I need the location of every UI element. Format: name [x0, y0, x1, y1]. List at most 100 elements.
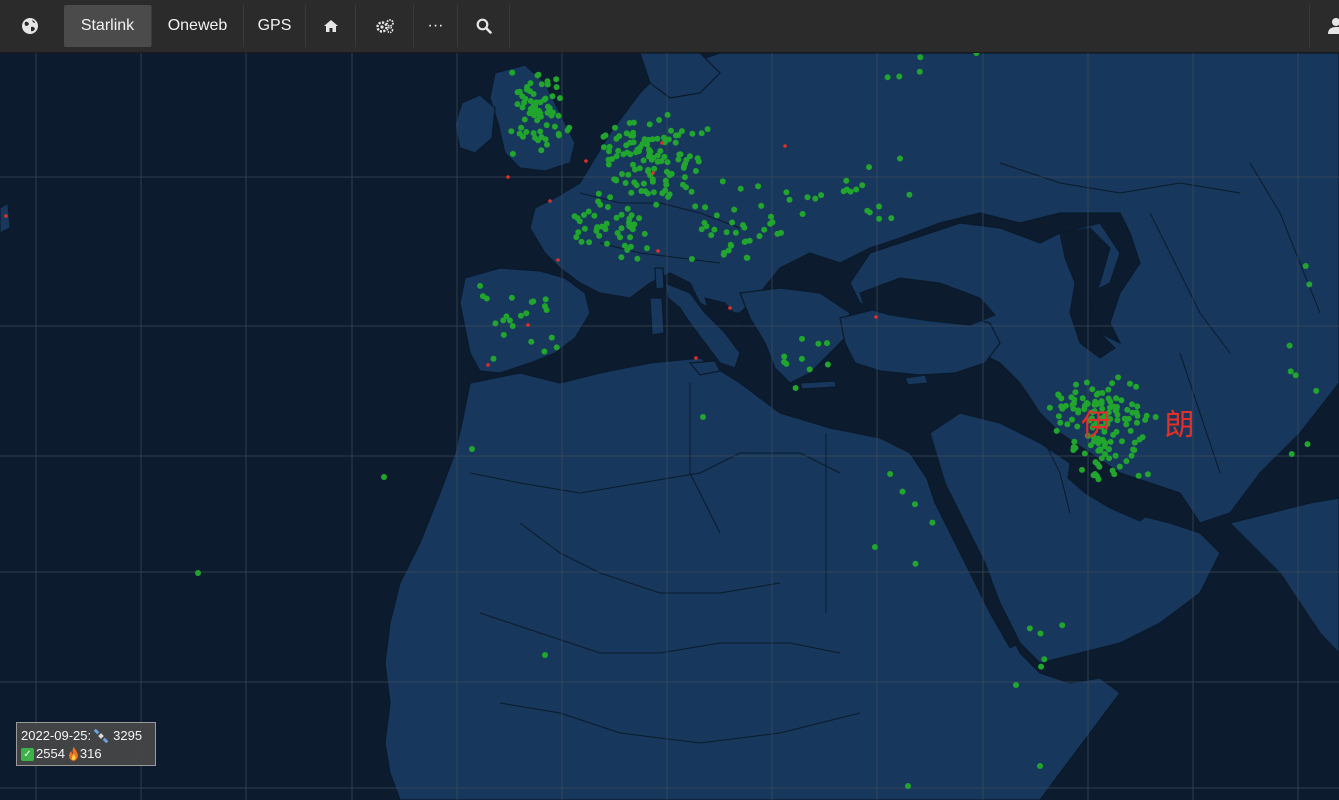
satellite-dot	[680, 181, 686, 188]
satellite-dot	[666, 172, 673, 179]
satellite-dot	[598, 223, 605, 230]
satellite-dot	[521, 99, 528, 106]
satellite-dot	[859, 182, 866, 189]
satellite-dot	[677, 151, 684, 158]
status-reentry: 316	[79, 746, 102, 761]
reentry-dot	[556, 258, 560, 262]
search-button[interactable]	[458, 5, 510, 47]
satellite-dot	[508, 128, 515, 135]
satellite-dot	[1131, 447, 1138, 454]
satellite-dot	[609, 156, 616, 162]
satellite-dot	[767, 220, 774, 227]
home-button[interactable]	[306, 5, 356, 47]
satellite-dot	[1064, 421, 1071, 428]
satellite-dot	[618, 254, 625, 261]
satellite-dot	[479, 293, 486, 300]
status-active: 2554	[36, 746, 65, 761]
satellite-dot	[681, 174, 688, 181]
satellite-dot	[1094, 473, 1100, 479]
satellite-dot	[1079, 466, 1085, 473]
satellite-dot	[566, 124, 573, 131]
satellite-dot	[1099, 390, 1106, 396]
user-icon	[1328, 18, 1339, 34]
reentry-dot	[486, 363, 490, 367]
satellite-dot	[1013, 682, 1019, 688]
satellite-dot	[1070, 447, 1077, 453]
tab-gps[interactable]: GPS	[244, 5, 306, 47]
satellite-dot	[543, 122, 550, 129]
satellite-dot	[694, 155, 701, 162]
satellite-dot	[630, 119, 637, 126]
satellite-dot	[804, 194, 811, 201]
satellite-dot	[824, 361, 831, 368]
satellite-dot	[613, 135, 620, 142]
satellite-dot	[912, 501, 918, 508]
satellite-dot	[701, 219, 708, 226]
satellite-dot	[866, 209, 873, 216]
satellite-dot	[656, 117, 663, 123]
satellite-dot	[544, 141, 550, 148]
satellite-dot	[650, 154, 657, 161]
satellite-dot	[711, 226, 718, 233]
tab-oneweb[interactable]: Oneweb	[152, 5, 244, 47]
satellite-dot	[866, 164, 872, 171]
satellite-dot	[636, 215, 643, 222]
satellite-dot	[806, 366, 813, 373]
satellite-dot	[1073, 381, 1079, 388]
satellite-dot	[1071, 438, 1078, 445]
satellite-dot	[633, 182, 640, 189]
satellite-dot	[1069, 416, 1075, 423]
satellite-dot	[506, 317, 513, 324]
tab-starlink[interactable]: Starlink	[64, 5, 152, 47]
status-row-date: 2022-09-25: 3295	[21, 727, 151, 745]
satellite-dot	[729, 219, 736, 226]
satellite-dot	[664, 159, 671, 166]
satellite-dot	[1041, 656, 1048, 663]
satellite-dot	[537, 99, 544, 106]
satellite-dot	[514, 101, 521, 108]
satellite-dot	[843, 177, 850, 184]
satellite-dot	[657, 148, 664, 154]
satellite-dot	[1072, 389, 1079, 396]
satellite-dot	[549, 93, 556, 100]
user-button[interactable]	[1309, 5, 1339, 47]
region-label-iran: 伊 朗	[1081, 408, 1217, 443]
settings-button[interactable]	[356, 5, 414, 47]
satellite-dot	[704, 126, 711, 133]
satellite-dot	[620, 151, 627, 158]
satellite-dot	[664, 111, 671, 118]
satellite-dot	[618, 225, 625, 232]
satellite-dot	[799, 211, 806, 217]
satellite-dot	[781, 353, 788, 360]
satellite-dot	[581, 225, 588, 232]
satellite-dot	[713, 212, 720, 219]
satellite-dot	[1074, 423, 1081, 430]
satellite-dot	[627, 243, 634, 250]
satellite-dot	[876, 203, 882, 210]
reentry-dot	[4, 214, 8, 218]
satellite-dot	[639, 140, 646, 147]
satellite-dot	[1095, 447, 1102, 454]
satellite-dot	[647, 148, 654, 155]
satellite-dot	[553, 84, 560, 91]
reentry-dot	[584, 159, 588, 163]
satellite-dot	[625, 171, 632, 178]
satellite-dot	[887, 471, 894, 477]
satellite-dot	[509, 323, 516, 329]
satellite-dot	[666, 191, 673, 198]
satellite-dot	[593, 228, 600, 234]
logo-button[interactable]	[0, 5, 60, 47]
satellite-dot	[1116, 463, 1123, 470]
satellite-dot	[612, 124, 618, 131]
reentry-dot	[656, 249, 660, 253]
top-navbar: Starlink Oneweb GPS ···	[0, 0, 1339, 53]
satellite-dot	[675, 156, 682, 163]
satellite-dot	[1089, 386, 1096, 393]
satellite-dot	[678, 128, 685, 135]
status-panel: 2022-09-25: 3295 ✓ 2554 316	[16, 722, 156, 766]
tab-gps-label: GPS	[257, 17, 292, 34]
more-menu-button[interactable]: ···	[414, 5, 458, 47]
satellite-dot	[628, 189, 635, 196]
reentry-dot	[660, 141, 664, 145]
satellite-dot	[792, 385, 799, 391]
